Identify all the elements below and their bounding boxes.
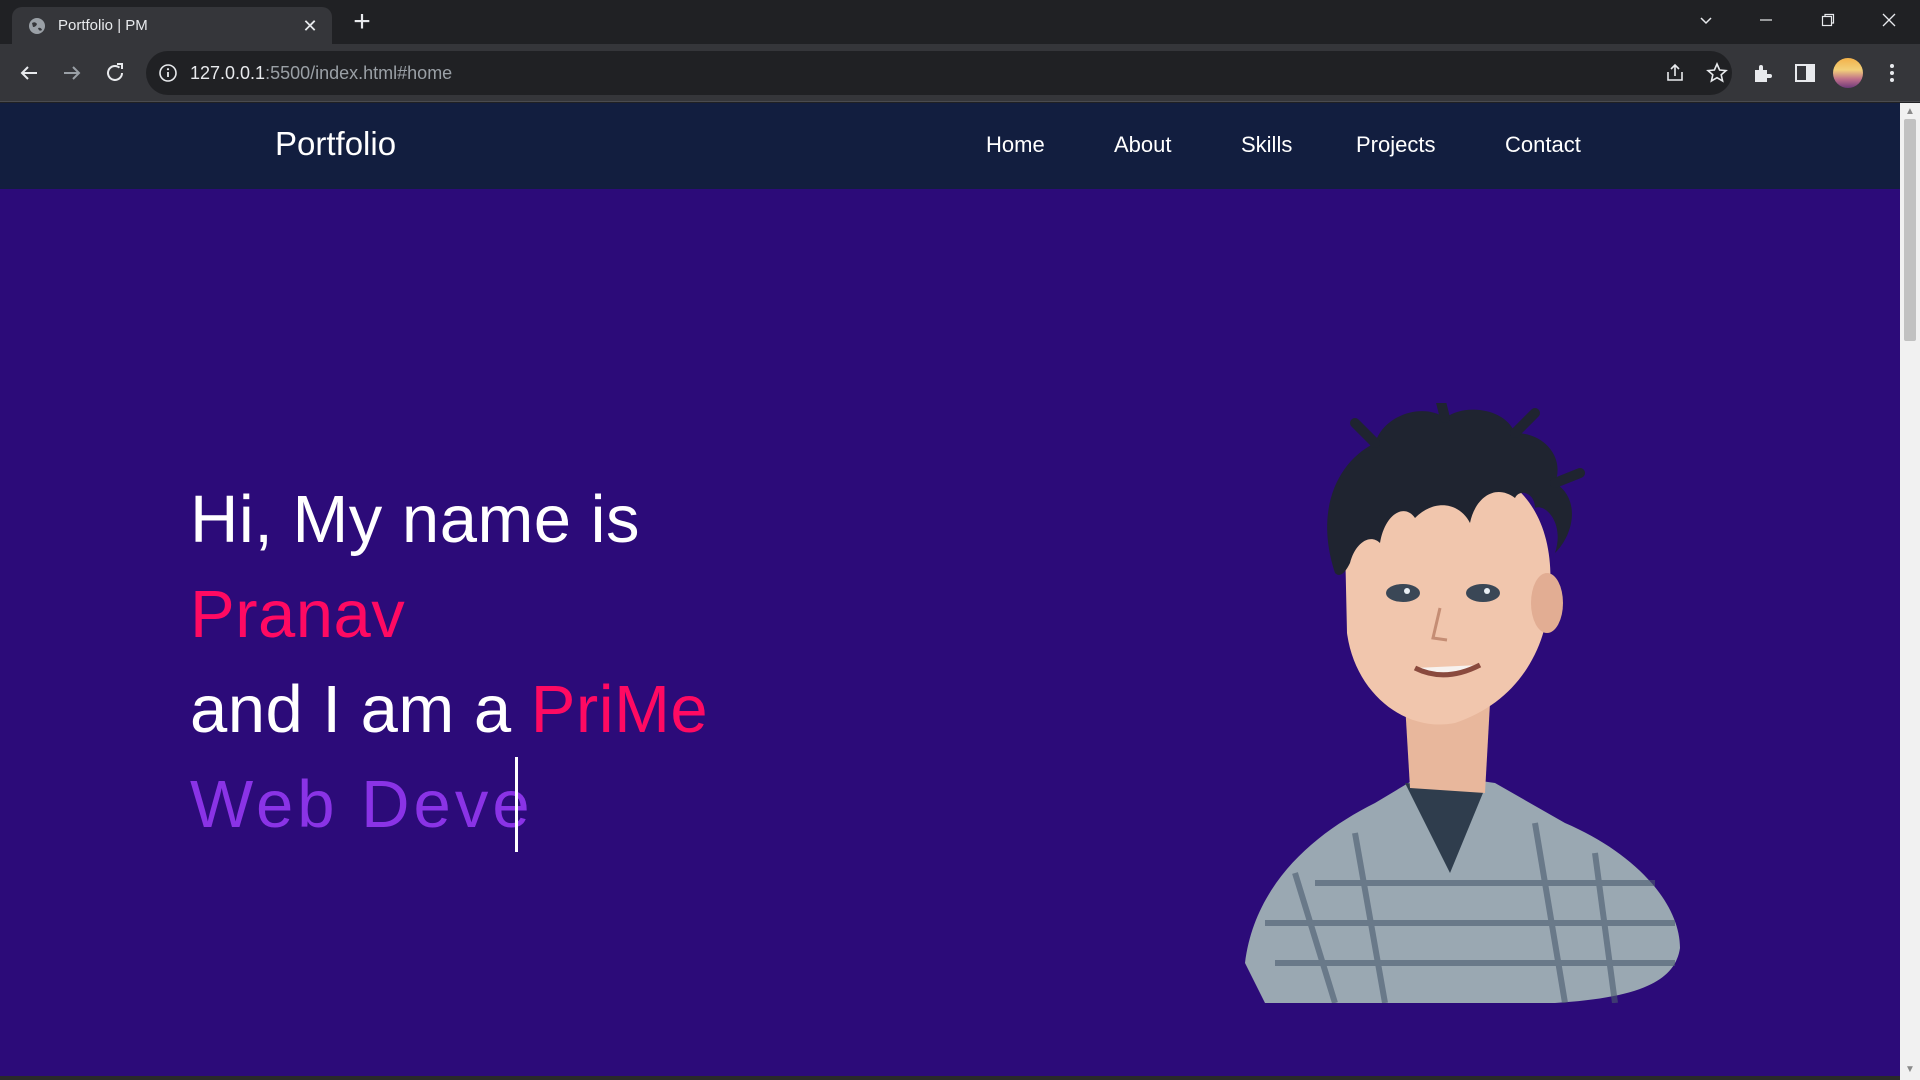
profile-portrait-image [1245, 403, 1680, 1003]
page-scrollbar[interactable]: ▲ ▼ [1900, 103, 1920, 1080]
typed-text: Web Deve [190, 767, 534, 842]
bottom-divider [0, 1076, 1900, 1080]
forward-icon[interactable] [60, 61, 84, 85]
back-icon[interactable] [17, 61, 41, 85]
hero-greeting: Hi, My name is [190, 482, 641, 557]
scroll-up-icon[interactable]: ▲ [1905, 107, 1915, 117]
typing-cursor [515, 757, 518, 852]
profile-avatar[interactable] [1833, 58, 1863, 88]
menu-icon[interactable] [1880, 61, 1904, 85]
scrollbar-thumb[interactable] [1904, 119, 1916, 341]
url-path: :5500/index.html#home [265, 63, 453, 83]
hero-role: and I am a PriMe [190, 670, 708, 750]
side-panel-icon[interactable] [1793, 61, 1817, 85]
restore-icon[interactable] [1808, 4, 1848, 36]
url-text[interactable]: 127.0.0.1:5500/index.html#home [190, 63, 452, 83]
nav-skills[interactable]: Skills [1241, 131, 1292, 159]
hero-name: Pranav [190, 577, 406, 652]
hero-role-prefix: and I am a [190, 672, 531, 747]
tab-title: Portfolio | PM [58, 17, 148, 34]
nav-projects[interactable]: Projects [1356, 131, 1435, 159]
url-host: 127.0.0.1 [190, 63, 266, 83]
tab-search-icon[interactable] [1686, 4, 1726, 36]
site-navbar: Portfolio Home About Skills Projects Con… [0, 103, 1900, 189]
browser-toolbar: 127.0.0.1:5500/index.html#home [0, 44, 1920, 102]
page-viewport: Portfolio Home About Skills Projects Con… [0, 103, 1900, 1080]
hero-role-accent: PriMe [530, 672, 709, 747]
tab-close-icon[interactable]: ✕ [298, 14, 322, 38]
star-icon[interactable] [1706, 61, 1728, 84]
brand-logo[interactable]: Portfolio [275, 124, 396, 164]
nav-home[interactable]: Home [986, 131, 1045, 159]
nav-about[interactable]: About [1114, 131, 1172, 159]
tab-strip: Portfolio | PM ✕ + [0, 0, 1920, 44]
browser-tab[interactable]: Portfolio | PM ✕ [12, 7, 332, 44]
globe-icon [28, 17, 46, 35]
address-bar[interactable]: 127.0.0.1:5500/index.html#home [146, 51, 1732, 95]
extensions-icon[interactable] [1751, 61, 1775, 85]
reload-icon[interactable] [103, 61, 127, 85]
new-tab-button[interactable]: + [348, 7, 376, 37]
scroll-down-icon[interactable]: ▼ [1905, 1065, 1915, 1075]
minimize-icon[interactable] [1746, 4, 1786, 36]
share-icon[interactable] [1664, 62, 1686, 84]
nav-contact[interactable]: Contact [1505, 131, 1581, 159]
close-window-icon[interactable] [1869, 4, 1909, 36]
info-icon[interactable] [158, 63, 178, 83]
